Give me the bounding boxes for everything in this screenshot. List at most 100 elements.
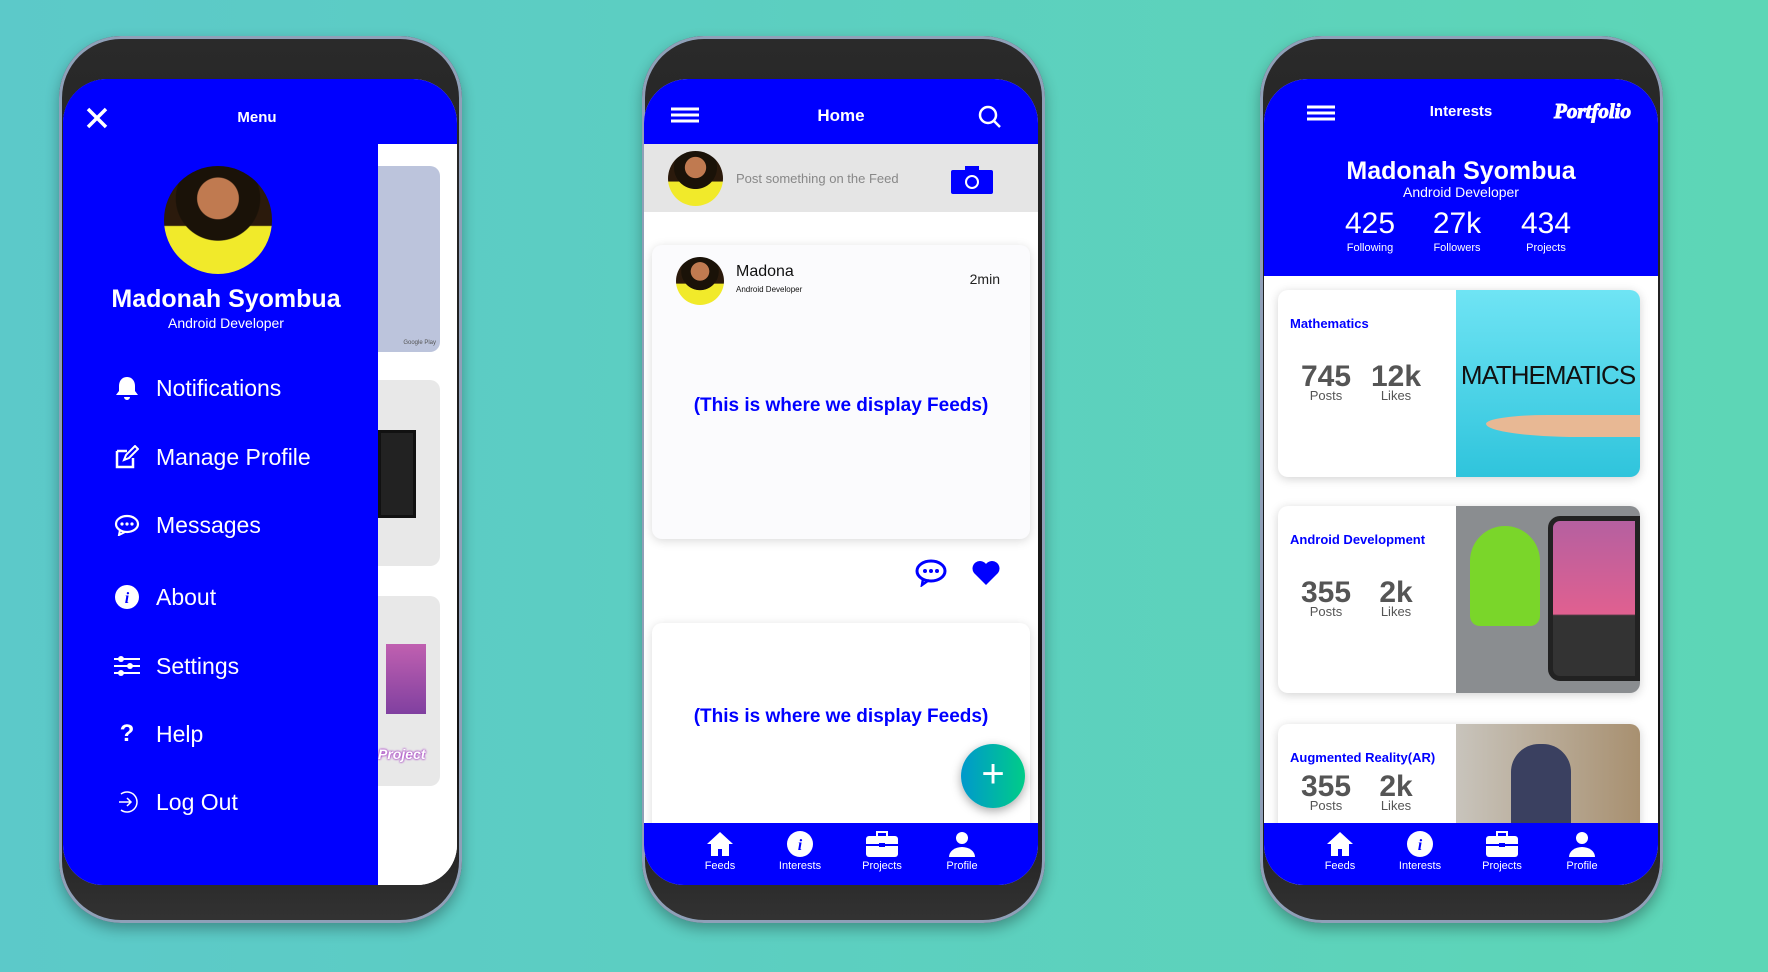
- nav-label: Interests: [778, 860, 822, 872]
- camera-icon[interactable]: [951, 166, 993, 194]
- google-play-badge: Google Play: [403, 340, 436, 346]
- likes-label: Likes: [1380, 604, 1412, 619]
- background-card: Project: [378, 596, 440, 786]
- likes-label: Likes: [1380, 798, 1412, 813]
- portfolio-logo: Portfolio: [1554, 99, 1632, 124]
- posts-label: Posts: [1309, 798, 1343, 813]
- project-label: Project: [378, 746, 426, 762]
- posts-label: Posts: [1309, 388, 1343, 403]
- background-content: Google Play Project: [378, 144, 457, 885]
- post-input[interactable]: Post something on the Feed: [736, 171, 899, 186]
- comment-icon[interactable]: [914, 559, 948, 587]
- page-title: Interests: [1429, 103, 1493, 120]
- phone-graphic: [1548, 516, 1640, 681]
- sliders-icon: [113, 652, 141, 680]
- profile-name: Madonah Syombua: [111, 285, 341, 313]
- nav-profile[interactable]: Profile: [927, 831, 997, 872]
- projects-count[interactable]: 434: [1521, 207, 1571, 241]
- menu-item-help[interactable]: ? Help: [63, 709, 378, 759]
- add-post-fab[interactable]: +: [961, 744, 1025, 808]
- hamburger-menu-icon[interactable]: [1307, 105, 1335, 121]
- followers-count[interactable]: 27k: [1433, 207, 1481, 241]
- nav-feeds[interactable]: Feeds: [685, 831, 755, 872]
- nav-interests[interactable]: i Interests: [765, 831, 835, 872]
- menu-label: Messages: [156, 511, 261, 538]
- menu-screen: Google Play Project Menu Madonah Syombua…: [63, 79, 457, 885]
- android-image: [1456, 506, 1640, 693]
- svg-text:i: i: [1418, 837, 1423, 854]
- nav-label: Projects: [862, 860, 902, 872]
- menu-label: About: [156, 583, 217, 610]
- nav-projects[interactable]: Projects: [847, 831, 917, 872]
- feed-card: Madona Android Developer 2min (This is w…: [652, 245, 1030, 539]
- question-icon: ?: [119, 720, 135, 747]
- nav-label: Interests: [1398, 860, 1442, 872]
- nav-label: Projects: [1482, 860, 1522, 872]
- nav-projects[interactable]: Projects: [1467, 831, 1537, 872]
- hamburger-menu-icon[interactable]: [671, 107, 699, 123]
- home-header: Home: [644, 79, 1038, 144]
- image-caption: MATHEMATICS: [1460, 360, 1636, 390]
- home-icon: [1327, 832, 1353, 856]
- person-icon: [949, 832, 975, 857]
- menu-item-settings[interactable]: Settings: [63, 641, 378, 691]
- background-card: Google Play: [378, 166, 440, 352]
- feed-content: (This is where we display Feeds): [693, 706, 989, 727]
- briefcase-icon: [866, 831, 898, 857]
- svg-text:i: i: [798, 837, 803, 854]
- page-title: Home: [817, 106, 865, 125]
- info-icon: i: [787, 831, 813, 857]
- nav-label: Feeds: [1324, 860, 1356, 872]
- post-time: 2min: [969, 271, 1000, 287]
- nav-label: Feeds: [704, 860, 736, 872]
- interest-card-mathematics[interactable]: Mathematics 745 Posts 12k Likes MATHEMAT…: [1278, 290, 1640, 477]
- avatar[interactable]: [164, 166, 272, 274]
- menu-label: Manage Profile: [156, 443, 311, 470]
- menu-item-log-out[interactable]: Log Out: [63, 777, 378, 827]
- laptop-image: [378, 430, 416, 518]
- interest-title: Augmented Reality(AR): [1290, 750, 1436, 765]
- followers-label: Followers: [1433, 242, 1481, 254]
- chat-icon: [113, 511, 141, 539]
- profile-role: Android Developer: [168, 315, 284, 331]
- menu-label: Notifications: [156, 374, 282, 401]
- author-name[interactable]: Madona: [736, 263, 794, 281]
- author-avatar[interactable]: [676, 257, 724, 305]
- close-icon[interactable]: [86, 107, 108, 129]
- drawer-header: Menu: [63, 79, 457, 144]
- nav-feeds[interactable]: Feeds: [1305, 831, 1375, 872]
- search-icon[interactable]: [978, 105, 1002, 129]
- author-role: Android Developer: [736, 285, 803, 294]
- bottom-nav: Feeds i Interests Projects Profile: [1264, 823, 1658, 885]
- svg-text:i: i: [125, 590, 130, 607]
- posts-label: Posts: [1309, 604, 1343, 619]
- interest-title: Mathematics: [1290, 316, 1369, 331]
- feed-content: (This is where we display Feeds): [693, 395, 989, 416]
- nav-profile[interactable]: Profile: [1547, 831, 1617, 872]
- projects-label: Projects: [1526, 242, 1566, 254]
- profile-role: Android Developer: [1403, 184, 1519, 200]
- person-icon: [1569, 832, 1595, 857]
- nav-interests[interactable]: i Interests: [1385, 831, 1455, 872]
- info-icon: i: [113, 583, 141, 611]
- menu-label: Log Out: [156, 788, 238, 815]
- menu-label: Help: [156, 720, 204, 747]
- profile-name: Madonah Syombua: [1346, 157, 1576, 185]
- heart-icon[interactable]: [971, 560, 1001, 586]
- interest-title: Android Development: [1290, 532, 1426, 547]
- menu-item-about[interactable]: i About: [63, 572, 378, 622]
- briefcase-icon: [1486, 831, 1518, 857]
- logout-icon: [113, 788, 141, 816]
- interest-card-android[interactable]: Android Development 355 Posts 2k Likes: [1278, 506, 1640, 693]
- plus-icon: +: [981, 752, 1005, 796]
- background-card: [378, 380, 440, 566]
- menu-item-notifications[interactable]: Notifications: [63, 363, 378, 413]
- bell-icon: [113, 374, 141, 402]
- mathematics-image: MATHEMATICS: [1456, 290, 1640, 477]
- info-icon: i: [1407, 831, 1433, 857]
- menu-item-messages[interactable]: Messages: [63, 500, 378, 550]
- project-image: [386, 644, 426, 714]
- menu-item-manage-profile[interactable]: Manage Profile: [63, 432, 378, 482]
- following-count[interactable]: 425: [1345, 207, 1395, 241]
- android-robot-graphic: [1470, 526, 1540, 626]
